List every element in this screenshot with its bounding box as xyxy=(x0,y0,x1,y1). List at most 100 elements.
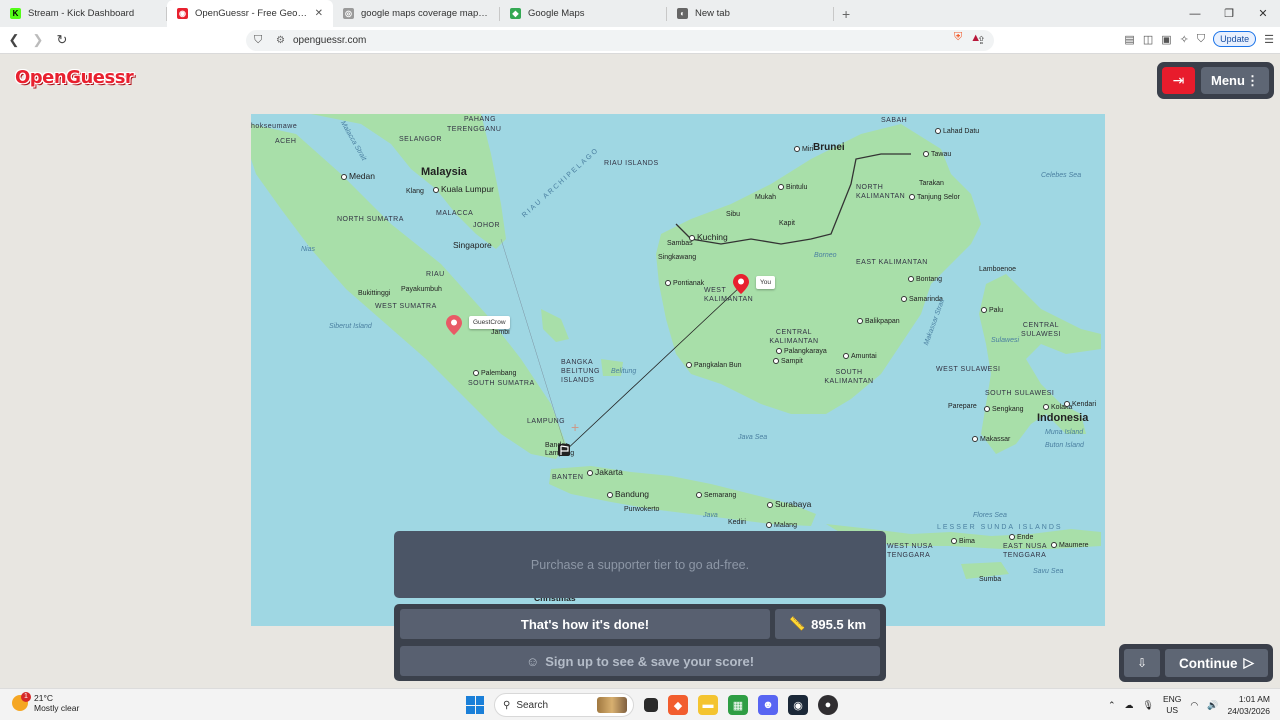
map-label-purwokerto: Purwokerto xyxy=(624,506,660,513)
map-label-ende: Ende xyxy=(1009,534,1033,541)
menu-panel: ⇥ Menu ⋮ xyxy=(1157,62,1274,99)
weather-badge: 1 xyxy=(21,692,31,702)
onedrive-icon[interactable]: ☁ xyxy=(1125,700,1134,711)
taskbar-search[interactable]: ⚲ Search xyxy=(494,693,634,717)
reload-icon[interactable]: ↻ xyxy=(52,32,72,48)
you-pin-icon[interactable] xyxy=(733,274,749,294)
target-flag-icon[interactable] xyxy=(557,443,571,457)
clock-date: 24/03/2026 xyxy=(1227,706,1270,716)
map-label-kediri: Kediri xyxy=(728,519,746,526)
weather-icon: 1 xyxy=(12,692,31,711)
close-tab-icon[interactable]: ✕ xyxy=(315,8,323,19)
weather-widget[interactable]: 1 21°C Mostly clear xyxy=(12,692,79,713)
reader-mode-icon[interactable]: ▤ xyxy=(1124,33,1134,46)
task-view-icon[interactable] xyxy=(644,698,658,712)
tab-openguessr[interactable]: ◉ OpenGuessr - Free GeoGuessr ✕ xyxy=(167,0,333,27)
brave-favicon-icon: ◐ xyxy=(677,8,688,19)
hamburger-menu-icon[interactable]: ☰ xyxy=(1264,33,1274,46)
land-sulawesi xyxy=(979,274,1101,454)
map-label-surabaya: Surabaya xyxy=(767,499,811,509)
menu-label: Menu xyxy=(1211,73,1245,88)
toolbar-right: ⛨ ▲ xyxy=(954,31,981,44)
map-label-aceh: ACEH xyxy=(275,138,297,145)
windows-start-icon[interactable] xyxy=(466,696,484,714)
map-label-north-kalimantan: NORTH KALIMANTAN xyxy=(856,184,906,200)
photos-icon[interactable]: ▦ xyxy=(728,695,748,715)
volume-icon[interactable]: 🔊 xyxy=(1207,700,1218,711)
map-label-pontianak: Pontianak xyxy=(665,280,704,287)
map-label-payakumbuh: Payakumbuh xyxy=(401,286,442,293)
map-label-brunei: Brunei xyxy=(813,142,845,153)
search-icon: ⚲ xyxy=(503,699,511,711)
map-label-tanjung-selor: Tanjung Selor xyxy=(909,194,960,201)
update-button[interactable]: Update xyxy=(1213,31,1257,47)
tab-google-search[interactable]: ◎ google maps coverage map world - Go xyxy=(333,0,499,27)
openguessr-logo[interactable]: OpenGuessr xyxy=(15,67,134,88)
map-label-celebes-sea: Celebes Sea xyxy=(1041,172,1082,179)
map-label-samarinda: Samarinda xyxy=(901,296,943,303)
minimize-icon[interactable]: — xyxy=(1178,8,1212,20)
map-label-makassar: Makassar xyxy=(972,436,1010,443)
map-label-bandung: Bandung xyxy=(607,489,649,499)
back-icon[interactable]: ❮ xyxy=(4,32,24,48)
new-tab-button[interactable]: + xyxy=(834,6,858,22)
discord-icon[interactable]: ☻ xyxy=(758,695,778,715)
vpn-icon[interactable]: ⛉ xyxy=(1197,33,1205,46)
leo-ai-icon[interactable]: ✧ xyxy=(1180,33,1189,46)
steam-icon[interactable]: ◉ xyxy=(788,695,808,715)
map-label-bima: Bima xyxy=(951,538,975,545)
url-text[interactable]: openguessr.com xyxy=(293,35,366,46)
map-label-flores-sea: Flores Sea xyxy=(973,512,1007,519)
file-explorer-icon[interactable]: ▬ xyxy=(698,695,718,715)
wallet-icon[interactable]: ▣ xyxy=(1161,33,1171,46)
brave-rewards-icon[interactable]: ▲ xyxy=(970,32,981,44)
distance-value: 895.5 km xyxy=(811,616,867,632)
tab-google-maps[interactable]: ◆ Google Maps xyxy=(500,0,666,27)
map-label-singkawang: Singkawang xyxy=(658,254,697,261)
map-label-maumere: Maumere xyxy=(1051,542,1089,549)
restore-icon[interactable]: ❐ xyxy=(1212,7,1246,20)
tab-strip: K Stream - Kick Dashboard ◉ OpenGuessr -… xyxy=(0,0,1280,27)
bookmark-icon[interactable]: ⛉ xyxy=(254,34,268,47)
tab-kick[interactable]: K Stream - Kick Dashboard xyxy=(0,0,166,27)
map-label-lahad-datu: Lahad Datu xyxy=(935,128,979,135)
search-label: Search xyxy=(516,699,549,711)
map-label-mukah: Mukah xyxy=(755,194,777,201)
sidebar-icon[interactable]: ◫ xyxy=(1143,33,1153,46)
lang-bottom: US xyxy=(1166,705,1179,715)
microphone-icon[interactable]: 🎙 xyxy=(1143,700,1154,711)
guest-pin-icon[interactable] xyxy=(446,315,462,335)
brave-shields-icon[interactable]: ⛨ xyxy=(954,31,962,44)
kick-favicon-icon: K xyxy=(10,8,21,19)
brave-browser-icon[interactable]: ◆ xyxy=(668,695,688,715)
forward-icon[interactable]: ❯ xyxy=(28,32,48,48)
map-label-sambas: Sambas xyxy=(667,240,693,247)
continue-panel: ⇩ Continue ▷ xyxy=(1119,644,1273,682)
chevron-up-icon[interactable]: ⌃ xyxy=(1108,700,1116,711)
pin-map-button[interactable]: ⇩ xyxy=(1124,649,1160,677)
close-window-icon[interactable]: ✕ xyxy=(1246,7,1280,20)
menu-button[interactable]: Menu ⋮ xyxy=(1201,67,1269,94)
address-bar[interactable]: ⛉ ⚙ openguessr.com ⇪ xyxy=(246,30,994,51)
signup-button[interactable]: ☺ Sign up to see & save your score! xyxy=(400,646,880,676)
wifi-icon[interactable]: ◠ xyxy=(1190,700,1198,711)
site-info-icon[interactable]: ⚙ xyxy=(276,35,285,46)
map-label-kuching: Kuching xyxy=(689,232,728,242)
tab-new-tab[interactable]: ◐ New tab xyxy=(667,0,833,27)
distance-display: 📏 895.5 km xyxy=(775,609,880,639)
map-label-central-sulawesi: CENTRAL SULAWESI xyxy=(1021,322,1061,338)
continue-button[interactable]: Continue ▷ xyxy=(1165,649,1268,677)
map-label-jakarta: Jakarta xyxy=(587,467,623,477)
guest-pin-label: GuestCrow xyxy=(469,316,510,329)
map-label-palembang: Palembang xyxy=(473,370,516,377)
clock[interactable]: 1:01 AM 24/03/2026 xyxy=(1227,693,1270,717)
map-label-savu-sea: Savu Sea xyxy=(1033,568,1064,575)
language-indicator[interactable]: ENG US xyxy=(1163,694,1181,716)
exit-button[interactable]: ⇥ xyxy=(1162,67,1195,94)
map-label-sumba: Sumba xyxy=(979,576,1002,583)
ad-text[interactable]: Purchase a supporter tier to go ad-free. xyxy=(531,558,749,572)
map-label-singapore: Singapore xyxy=(453,240,492,250)
map-label-siberut: Siberut Island xyxy=(329,323,372,330)
obs-icon[interactable]: ● xyxy=(818,695,838,715)
map-label-klang: Klang xyxy=(406,188,424,195)
